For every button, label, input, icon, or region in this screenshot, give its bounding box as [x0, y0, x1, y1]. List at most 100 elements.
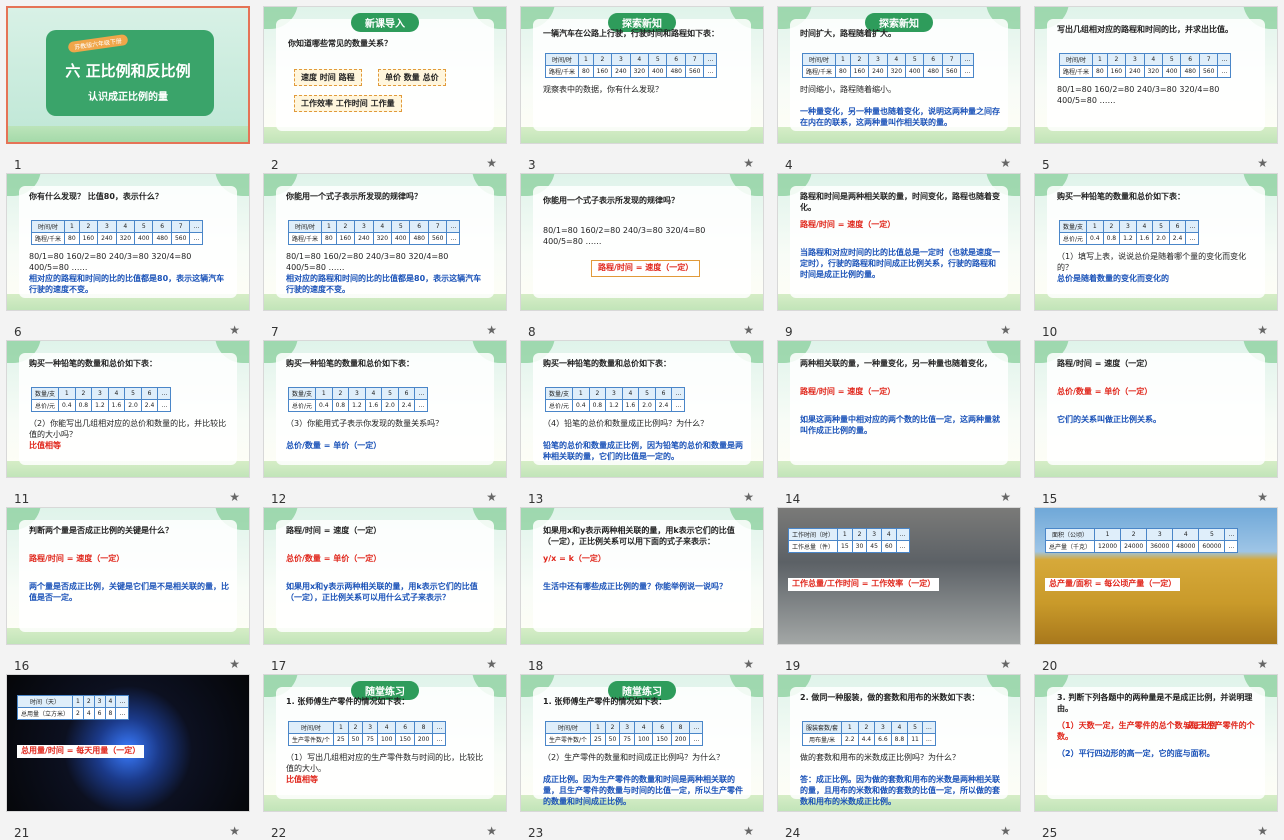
table-cell: … — [895, 540, 910, 553]
slide-thumbnail[interactable]: 新课导入 你知道哪些常见的数量关系？ 速度 时间 路程 单价 数量 总价 工作效率 工作… — [263, 6, 507, 172]
slide-answer: （2）平行四边形的高一定，它的底与面积。 — [1057, 749, 1215, 758]
slide-thumbnail[interactable]: 判断两个量是否成正比例的关键是什么？ 路程/时间 = 速度（一定） 两个量是否成正比… — [6, 507, 250, 673]
star-icon[interactable]: ★ — [1257, 657, 1268, 671]
table-cell: 2.4 — [397, 399, 416, 412]
slide-preview[interactable]: 你能用一个式子表示所发现的规律吗？ 80/1=80 160/2=80 240/3=… — [520, 173, 764, 311]
table-cell: 560 — [1198, 65, 1219, 78]
slide-thumbnail[interactable]: 路程和时间是两种相关联的量，时间变化，路程也随着变化。 路程/时间 = 速度（一定… — [777, 173, 1021, 339]
star-icon[interactable]: ★ — [229, 323, 240, 337]
star-icon[interactable]: ★ — [486, 323, 497, 337]
star-icon[interactable]: ★ — [1000, 657, 1011, 671]
star-icon[interactable]: ★ — [1257, 490, 1268, 504]
table-cell: 数量/支 — [544, 387, 574, 400]
slide-thumbnail[interactable]: 探索新知 一辆汽车在公路上行驶，行驶时间和路程如下表： 时间/时 1 2 3 4 5 6 7… 路程… — [520, 6, 764, 172]
slide-answer: 总价是随着数量的变化而变化的 — [1057, 274, 1169, 283]
quantity-tag: 工作效率 工作时间 工作量 — [294, 95, 402, 112]
slide-thumbnail[interactable]: 工作时间（时） 1 2 3 4… 工作总量（件） 15 30 45 60… 工作总量/工作时间 = … — [777, 507, 1021, 673]
table-cell: 80 — [64, 232, 80, 245]
slide-thumbnail[interactable]: 写出几组相对应的路程和时间的比，并求出比值。 时间/时 1 2 3 4 5 6 7… 路程/千米 8… — [1034, 6, 1278, 172]
slide-preview[interactable]: 2. 做同一种服装，做的套数和用布的米数如下表： 服装套数/套 1 2 3 4 5… 用布量/… — [777, 674, 1021, 812]
slide-thumbnail[interactable]: 购买一种铅笔的数量和总价如下表： 数量/支 1 2 3 4 5 6… 总价/元 0.4 0.8 1.2… — [1034, 173, 1278, 339]
table-cell: 1 — [333, 721, 349, 734]
table-cell: 320 — [629, 65, 650, 78]
star-icon[interactable]: ★ — [229, 490, 240, 504]
star-icon[interactable]: ★ — [1000, 490, 1011, 504]
slide-note: （4）铅笔的总价和数量成正比例吗？为什么？ — [543, 419, 709, 428]
slide-preview[interactable]: 路程/时间 = 速度（一定） 总价/数量 = 单价（一定） 如果用x和y表示两种相关… — [263, 507, 507, 645]
slide-thumbnail[interactable]: 随堂练习 1. 张师傅生产零件的情况如下表： 时间/时 1 2 3 4 6 8… 生产零件数/个 2… — [263, 674, 507, 840]
slide-preview[interactable]: 写出几组相对应的路程和时间的比，并求出比值。 时间/时 1 2 3 4 5 6 7… 路程/千米 8… — [1034, 6, 1278, 144]
table-cell: 路程/千米 — [1058, 65, 1094, 78]
slide-preview[interactable]: 购买一种铅笔的数量和总价如下表： 数量/支 1 2 3 4 5 6… 总价/元 0.4 0.8 1.2… — [263, 340, 507, 478]
slide-preview[interactable]: 随堂练习 1. 张师傅生产零件的情况如下表： 时间/时 1 2 3 4 6 8… 生产零件数/个 2… — [263, 674, 507, 812]
slide-preview[interactable]: 3. 判断下列各题中的两种量是不是成正比例，并说明理由。 （1）天数一定，生产零件… — [1034, 674, 1278, 812]
slide-preview[interactable]: 面积（公顷） 1 2 3 4 5… 总产量（千克） 12000 24000 36000 48000 6… — [1034, 507, 1278, 645]
table-cell: 3 — [362, 721, 378, 734]
slide-thumbnail[interactable]: 路程/时间 = 速度（一定） 总价/数量 = 单价（一定） 如果用x和y表示两种相关… — [263, 507, 507, 673]
slide-thumbnail[interactable]: 你有什么发现？ 比值80，表示什么？ 时间/时 1 2 3 4 5 6 7… 路程/千米 80 160… — [6, 173, 250, 339]
data-table: 时间/时 1 2 3 4 6 8… 生产零件数/个 25 50 75 100 150 200… — [544, 721, 704, 746]
star-icon[interactable]: ★ — [1000, 156, 1011, 170]
slide-thumbnail[interactable]: 时间（天） 1 2 3 4… 总用量（立方米） 2 4 6 8… 总用量/时间 = 每天用量（一定）… — [6, 674, 250, 840]
slide-thumbnail[interactable]: 2. 做同一种服装，做的套数和用布的米数如下表： 服装套数/套 1 2 3 4 5… 用布量/… — [777, 674, 1021, 840]
table-cell: 400 — [134, 232, 154, 245]
star-icon[interactable]: ★ — [743, 156, 754, 170]
slide-preview[interactable]: 新课导入 你知道哪些常见的数量关系？ 速度 时间 路程 单价 数量 总价 工作效率 工作… — [263, 6, 507, 144]
slide-heading: 你能用一个式子表示所发现的规律吗？ — [286, 192, 422, 201]
slide-preview[interactable]: 两种相关联的量，一种量变化，另一种量也随着变化， 路程/时间 = 速度（一定） 如果… — [777, 340, 1021, 478]
star-icon[interactable]: ★ — [1000, 323, 1011, 337]
slide-preview[interactable]: 购买一种铅笔的数量和总价如下表： 数量/支 1 2 3 4 5 6… 总价/元 0.4 0.8 1.2… — [520, 340, 764, 478]
star-icon[interactable]: ★ — [743, 657, 754, 671]
slide-thumbnail[interactable]: 随堂练习 1. 张师傅生产零件的情况如下表： 时间/时 1 2 3 4 6 8… 生产零件数/个 2… — [520, 674, 764, 840]
slide-preview[interactable]: 时间（天） 1 2 3 4… 总用量（立方米） 2 4 6 8… 总用量/时间 = 每天用量（一定） — [6, 674, 250, 812]
slide-thumbnail[interactable]: 探索新知 时间扩大，路程随着扩大。 时间/时 1 2 3 4 5 6 7… 路程/千米 80 160 24… — [777, 6, 1021, 172]
star-icon[interactable]: ★ — [486, 657, 497, 671]
slide-preview[interactable]: 路程/时间 = 速度（一定） 总价/数量 = 单价（一定） 它们的关系叫做正比例关系… — [1034, 340, 1278, 478]
table-row: 总产量（千克） 12000 24000 36000 48000 60000… — [1044, 540, 1239, 553]
star-icon[interactable]: ★ — [486, 156, 497, 170]
star-icon[interactable]: ★ — [1257, 323, 1268, 337]
slide-preview[interactable]: 购买一种铅笔的数量和总价如下表： 数量/支 1 2 3 4 5 6… 总价/元 0.4 0.8 1.2… — [1034, 173, 1278, 311]
slide-preview[interactable]: 工作时间（时） 1 2 3 4… 工作总量（件） 15 30 45 60… 工作总量/工作时间 = … — [777, 507, 1021, 645]
slide-thumbnail[interactable]: 你能用一个式子表示所发现的规律吗？ 时间/时 1 2 3 4 5 6 7… 路程/千米 80 160 2… — [263, 173, 507, 339]
table-cell: 160 — [78, 232, 99, 245]
slide-preview[interactable]: 你能用一个式子表示所发现的规律吗？ 时间/时 1 2 3 4 5 6 7… 路程/千米 80 160 2… — [263, 173, 507, 311]
table-cell: 2 — [851, 528, 868, 541]
slide-thumbnail[interactable]: 你能用一个式子表示所发现的规律吗？ 80/1=80 160/2=80 240/3=… — [520, 173, 764, 339]
table-cell: 2 — [592, 53, 613, 66]
star-icon[interactable]: ★ — [1257, 156, 1268, 170]
slide-thumbnail[interactable]: 购买一种铅笔的数量和总价如下表： 数量/支 1 2 3 4 5 6… 总价/元 0.4 0.8 1.2… — [6, 340, 250, 506]
slide-thumbnail[interactable]: 购买一种铅笔的数量和总价如下表： 数量/支 1 2 3 4 5 6… 总价/元 0.4 0.8 1.2… — [263, 340, 507, 506]
table-cell: 4 — [376, 721, 397, 734]
slide-preview[interactable]: 探索新知 时间扩大，路程随着扩大。 时间/时 1 2 3 4 5 6 7… 路程/千米 80 160 24… — [777, 6, 1021, 144]
table-cell: 6 — [1180, 53, 1200, 66]
slide-preview[interactable]: 如果用x和y表示两种相关联的量，用k表示它们的比值（一定），正比例关系可以用下面… — [520, 507, 764, 645]
slide-answer: 一种量变化，另一种量也随着变化，说明这两种量之间存在内在的联系，这两种量叫作相关… — [800, 107, 1000, 127]
star-icon[interactable]: ★ — [229, 657, 240, 671]
slide-heading: 路程/时间 = 速度（一定） — [1057, 359, 1153, 368]
slide-thumbnail[interactable]: 路程/时间 = 速度（一定） 总价/数量 = 单价（一定） 它们的关系叫做正比例关系… — [1034, 340, 1278, 506]
star-icon[interactable]: ★ — [486, 490, 497, 504]
slide-thumbnail[interactable]: 如果用x和y表示两种相关联的量，用k表示它们的比值（一定），正比例关系可以用下面… — [520, 507, 764, 673]
table-row: 用布量/米 2.2 4.4 6.6 8.8 11… — [801, 733, 936, 746]
table-cell: 75 — [619, 733, 635, 746]
slide-thumbnail[interactable]: 3. 判断下列各题中的两种量是不是成正比例，并说明理由。 （1）天数一定，生产零件… — [1034, 674, 1278, 840]
slide-thumbnail[interactable]: 两种相关联的量，一种量变化，另一种量也随着变化， 路程/时间 = 速度（一定） 如果… — [777, 340, 1021, 506]
star-icon[interactable]: ★ — [743, 323, 754, 337]
slide-preview[interactable]: 路程和时间是两种相关联的量，时间变化，路程也随着变化。 路程/时间 = 速度（一定… — [777, 173, 1021, 311]
data-table: 数量/支 1 2 3 4 5 6… 总价/元 0.4 0.8 1.2 1.6 2.0 2.4… — [1058, 220, 1200, 245]
table-cell: 75 — [362, 733, 378, 746]
table-row: 生产零件数/个 25 50 75 100 150 200… — [544, 733, 704, 746]
slide-thumbnail[interactable]: 购买一种铅笔的数量和总价如下表： 数量/支 1 2 3 4 5 6… 总价/元 0.4 0.8 1.2… — [520, 340, 764, 506]
star-icon[interactable]: ★ — [743, 490, 754, 504]
table-cell: 总价/元 — [544, 399, 574, 412]
slide-preview[interactable]: 苏教版六年级下册六 正比例和反比例 认识成正比例的量 — [6, 6, 250, 144]
slide-preview[interactable]: 购买一种铅笔的数量和总价如下表： 数量/支 1 2 3 4 5 6… 总价/元 0.4 0.8 1.2… — [6, 340, 250, 478]
slide-preview[interactable]: 随堂练习 1. 张师傅生产零件的情况如下表： 时间/时 1 2 3 4 6 8… 生产零件数/个 2… — [520, 674, 764, 812]
slide-preview[interactable]: 判断两个量是否成正比例的关键是什么？ 路程/时间 = 速度（一定） 两个量是否成正比… — [6, 507, 250, 645]
slide-preview[interactable]: 探索新知 一辆汽车在公路上行驶，行驶时间和路程如下表： 时间/时 1 2 3 4 5 6 7… 路程… — [520, 6, 764, 144]
slide-note: 成正比例 — [1185, 721, 1217, 730]
slide-thumbnail[interactable]: 苏教版六年级下册六 正比例和反比例 认识成正比例的量 1 — [6, 6, 250, 172]
slide-thumbnail[interactable]: 面积（公顷） 1 2 3 4 5… 总产量（千克） 12000 24000 36000 48000 6… — [1034, 507, 1278, 673]
slide-preview[interactable]: 你有什么发现？ 比值80，表示什么？ 时间/时 1 2 3 4 5 6 7… 路程/千米 80 160… — [6, 173, 250, 311]
